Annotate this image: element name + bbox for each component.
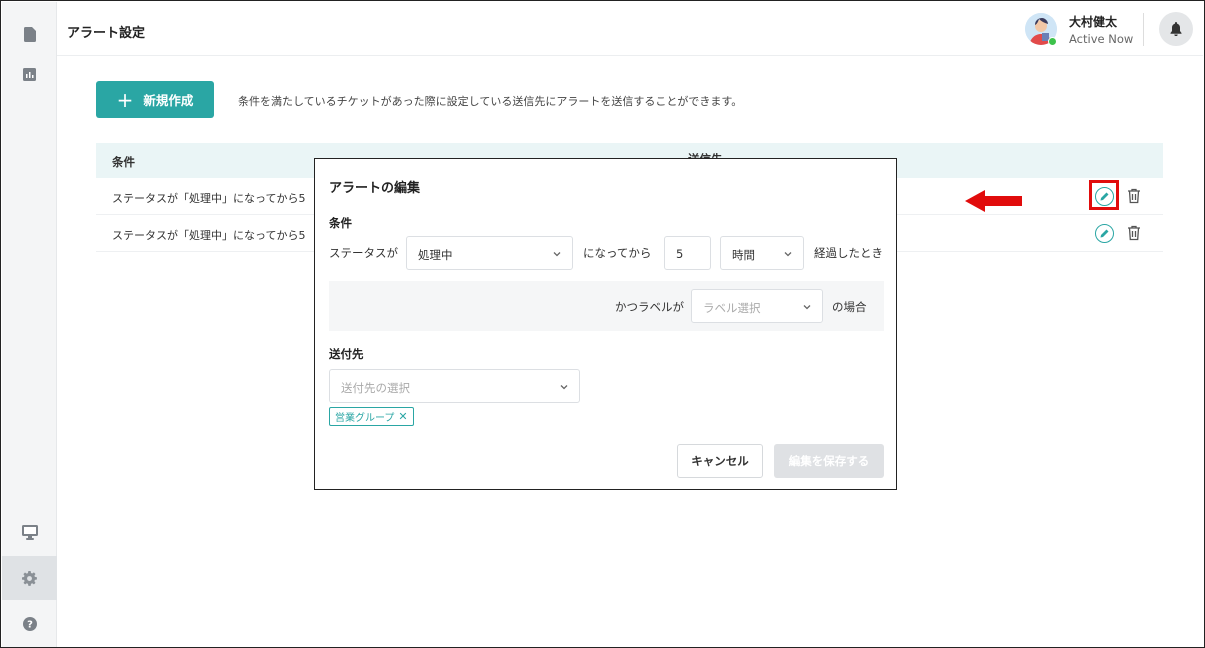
bar-chart-icon [23,67,36,81]
red-arrow-annotation-icon [965,190,1022,212]
edit-button[interactable] [1095,187,1114,206]
trash-icon[interactable] [1127,188,1141,204]
after-text: になってから [583,246,652,260]
destination-tag-label: 営業グループ [335,413,395,424]
help-icon: ? [22,617,37,631]
gear-icon [22,570,37,586]
duration-input-value: 5 [676,247,684,261]
bell-icon [1170,22,1182,36]
destination-select-placeholder: 送付先の選択 [341,381,410,395]
header-divider [1143,13,1144,46]
user-name: 大村健太 [1069,15,1118,29]
label-select[interactable]: ラベル選択 [691,289,823,323]
sidebar-item-reports[interactable] [2,52,57,96]
destination-select[interactable]: 送付先の選択 [329,369,580,403]
chevron-down-icon [784,252,792,257]
destination-label: 送付先 [329,347,364,361]
online-status-dot [1048,37,1057,46]
user-status: Active Now [1069,32,1134,46]
sidebar: ? [2,2,57,647]
pencil-icon [1100,229,1109,238]
condition-label: 条件 [329,216,352,230]
status-prefix-text: ステータスが [329,246,398,260]
edit-button[interactable] [1095,224,1114,243]
unit-select-value: 時間 [732,248,755,262]
new-alert-label: 新規作成 [143,93,194,108]
cancel-button[interactable]: キャンセル [677,444,763,478]
notification-button[interactable] [1159,12,1193,46]
header: アラート設定 大村健太 Active Now [57,2,1203,56]
monitor-icon [21,524,38,540]
destination-tag: 営業グループ ✕ [329,407,414,426]
label-condition-panel: かつラベルが ラベル選択 の場合 [329,281,884,331]
duration-input[interactable]: 5 [664,236,711,270]
column-header-condition: 条件 [112,155,135,169]
pencil-icon [1100,192,1109,201]
page-description: 条件を満たしているチケットがあった際に設定している送信先にアラートを送信すること… [238,95,743,108]
chevron-down-icon [803,305,811,310]
plus-icon: + [116,87,134,112]
save-button[interactable]: 編集を保存する [774,444,884,478]
elapsed-text: 経過したとき [814,246,883,260]
sidebar-item-help[interactable]: ? [2,602,57,646]
new-alert-button[interactable]: + 新規作成 [96,81,214,118]
label-prefix-text: かつラベルが [615,300,684,314]
chevron-down-icon [553,252,561,257]
chevron-down-icon [560,385,568,390]
app-window: ? アラート設定 大村健太 Active Now + 新規作成 条件を満たしてい… [0,0,1205,648]
sidebar-item-monitor[interactable] [2,510,57,554]
status-select[interactable]: 処理中 [406,236,573,270]
edit-alert-modal: アラートの編集 条件 ステータスが 処理中 になってから 5 時間 経過したとき… [314,158,897,490]
trash-icon[interactable] [1127,225,1141,241]
label-select-placeholder: ラベル選択 [703,301,761,315]
status-select-value: 処理中 [418,248,453,262]
document-icon [23,26,36,42]
sidebar-item-settings[interactable] [2,556,57,600]
label-suffix-text: の場合 [832,300,867,314]
modal-title: アラートの編集 [329,181,421,196]
remove-tag-icon[interactable]: ✕ [398,411,407,422]
unit-select[interactable]: 時間 [720,236,804,270]
svg-text:?: ? [27,620,33,631]
condition-cell: ステータスが「処理中」になってから5 [112,229,306,242]
page-title: アラート設定 [67,26,146,41]
sidebar-item-documents[interactable] [2,12,57,56]
condition-cell: ステータスが「処理中」になってから5 [112,192,306,205]
